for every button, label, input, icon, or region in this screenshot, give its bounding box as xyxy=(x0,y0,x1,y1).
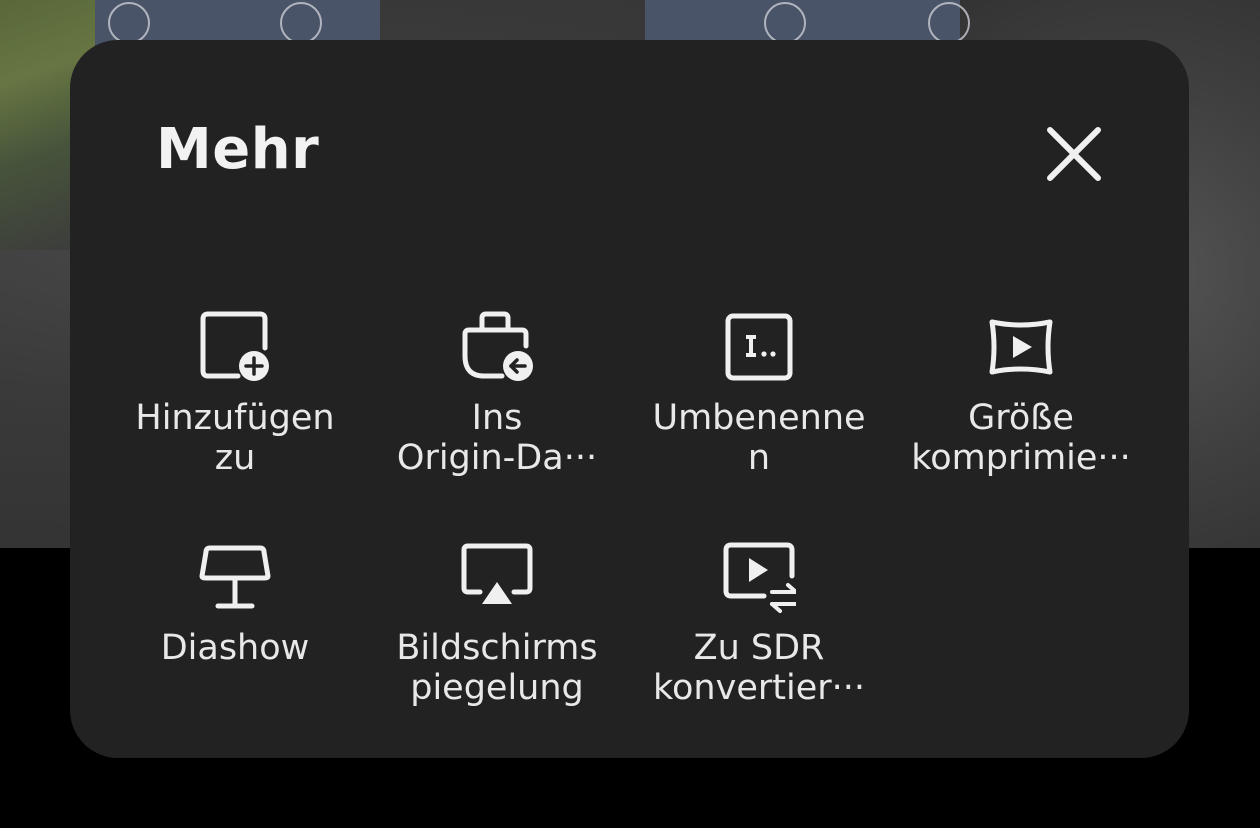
rename-icon xyxy=(722,310,796,384)
action-label: Umbenenne n xyxy=(652,398,866,478)
photo-emblem xyxy=(764,2,806,44)
sheet-title: Mehr xyxy=(156,117,320,182)
close-button[interactable] xyxy=(1040,120,1108,188)
action-screen-mirroring[interactable]: Bildschirms piegelung xyxy=(366,540,628,708)
action-label: Größe komprimie··· xyxy=(911,398,1131,478)
action-rename[interactable]: Umbenenne n xyxy=(628,310,890,478)
screen-mirroring-icon xyxy=(460,540,534,614)
slideshow-icon xyxy=(198,540,272,614)
photo-emblem xyxy=(108,2,150,44)
more-actions-sheet: Mehr Hinzufügen zu Ins Origin-Da··· Umbe… xyxy=(70,40,1189,758)
photo-emblem xyxy=(280,2,322,44)
action-label: Zu SDR konvertier··· xyxy=(653,628,865,708)
action-label: Ins Origin-Da··· xyxy=(396,398,598,478)
action-slideshow[interactable]: Diashow xyxy=(104,540,366,668)
compress-size-icon xyxy=(984,310,1058,384)
action-convert-sdr[interactable]: Zu SDR konvertier··· xyxy=(628,540,890,708)
action-compress-size[interactable]: Größe komprimie··· xyxy=(890,310,1152,478)
action-label: Bildschirms piegelung xyxy=(396,628,598,708)
restore-original-icon xyxy=(460,310,534,384)
add-to-album-icon xyxy=(198,310,272,384)
action-label: Hinzufügen zu xyxy=(135,398,335,478)
action-add-to[interactable]: Hinzufügen zu xyxy=(104,310,366,478)
action-label: Diashow xyxy=(160,628,310,668)
close-icon xyxy=(1047,127,1101,181)
screen: Mehr Hinzufügen zu Ins Origin-Da··· Umbe… xyxy=(0,0,1260,828)
photo-emblem xyxy=(928,2,970,44)
action-restore-original[interactable]: Ins Origin-Da··· xyxy=(366,310,628,478)
convert-sdr-icon xyxy=(722,540,796,614)
